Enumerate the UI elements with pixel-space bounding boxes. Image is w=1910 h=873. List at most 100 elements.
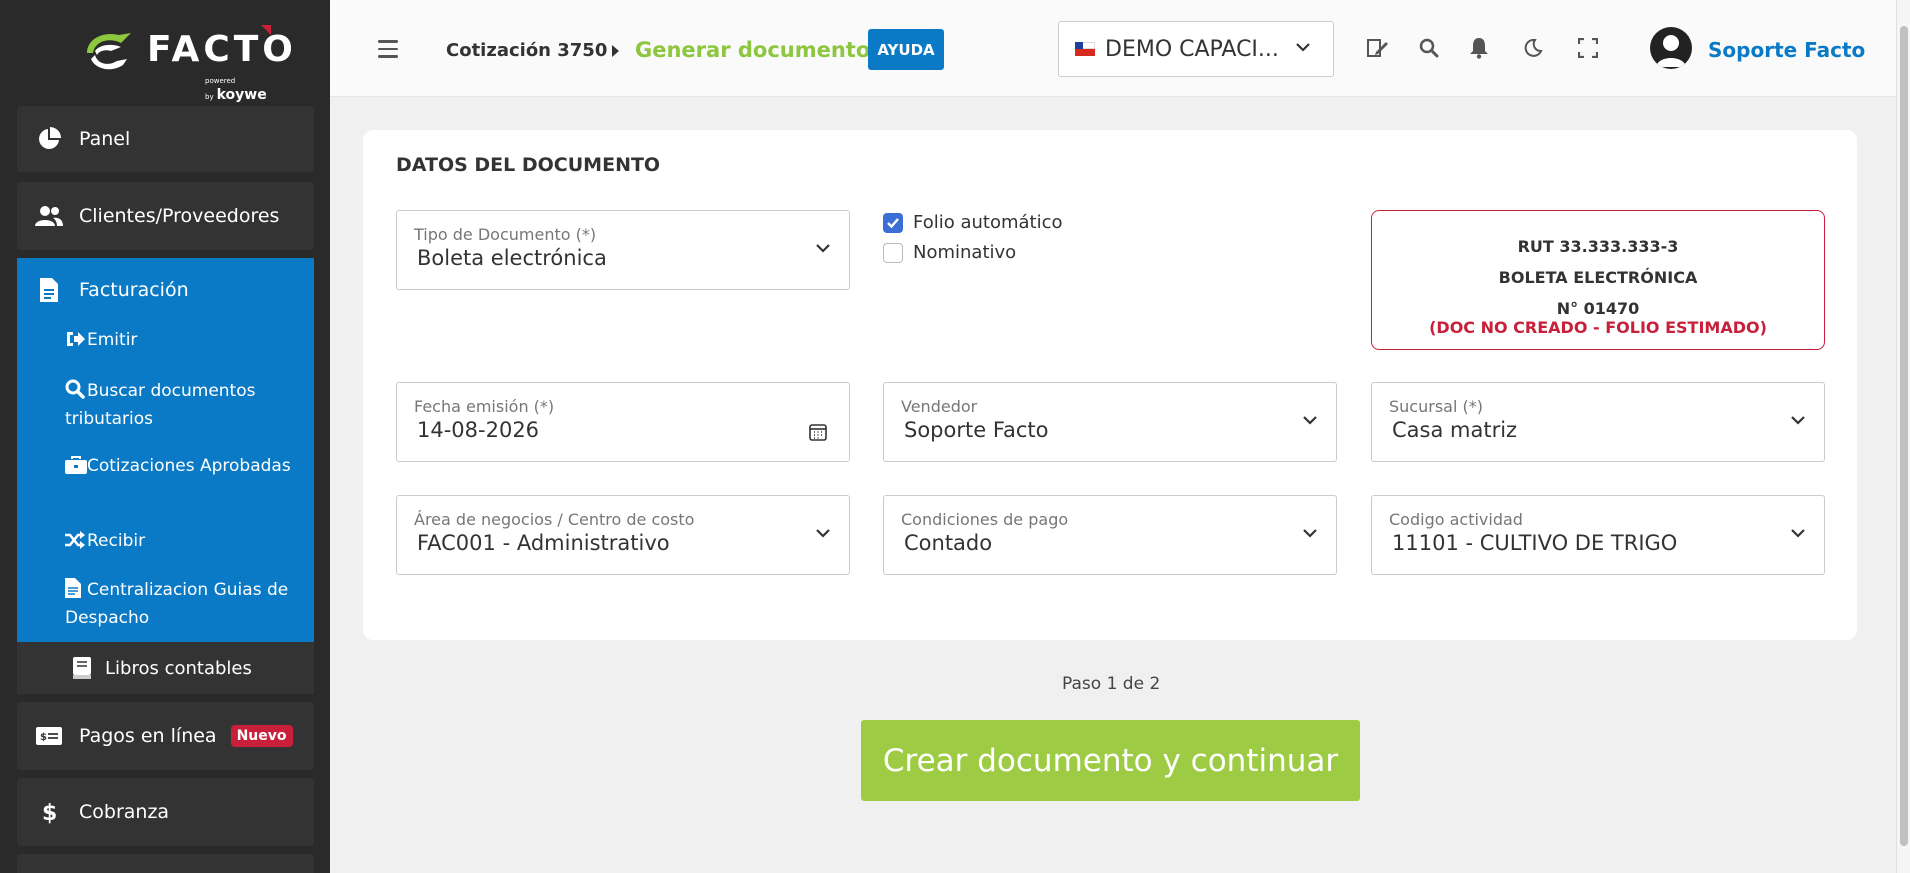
page-scrollbar[interactable] — [1896, 0, 1910, 873]
pie-chart-icon — [35, 127, 63, 151]
calendar-icon[interactable] — [809, 423, 827, 441]
hamburger-menu-icon[interactable] — [378, 40, 398, 63]
folio-automatico-label: Folio automático — [913, 212, 1063, 233]
chile-flag-icon — [1075, 42, 1095, 56]
chevron-down-icon — [816, 529, 830, 538]
tipo-documento-value: Boleta electrónica — [417, 246, 607, 270]
book-icon — [73, 657, 91, 679]
sucursal-select[interactable]: Sucursal (*) Casa matriz — [1371, 382, 1825, 462]
area-negocios-select[interactable]: Área de negocios / Centro de costo FAC00… — [396, 495, 850, 575]
document-icon — [35, 278, 63, 302]
help-button[interactable]: AYUDA — [868, 29, 944, 70]
vendedor-value: Soporte Facto — [904, 418, 1049, 442]
moon-icon[interactable] — [1521, 36, 1545, 60]
briefcase-icon — [65, 456, 87, 482]
logo-powered: powered by koywe — [205, 71, 275, 103]
nav-libros[interactable]: Libros contables — [17, 642, 314, 694]
nav-panel-label: Panel — [79, 128, 131, 150]
document-data-card: DATOS DEL DOCUMENTO Tipo de Documento (*… — [363, 130, 1857, 640]
fecha-emision-value: 14-08-2026 — [417, 418, 540, 442]
logo-wordmark: FACTO — [147, 29, 297, 70]
card-title: DATOS DEL DOCUMENTO — [396, 154, 661, 176]
user-avatar-icon[interactable] — [1650, 27, 1692, 69]
dollar-icon: $ — [35, 800, 63, 824]
facto-logo[interactable]: FACTO powered by koywe — [0, 0, 330, 103]
search-icon[interactable] — [1417, 36, 1441, 60]
vendedor-label: Vendedor — [901, 397, 978, 416]
search-icon — [65, 379, 87, 407]
scrollbar-thumb[interactable] — [1900, 26, 1908, 846]
chevron-down-icon — [1791, 529, 1805, 538]
codigo-actividad-label: Codigo actividad — [1389, 510, 1523, 529]
nav-cobranza-label: Cobranza — [79, 801, 170, 823]
fecha-emision-label: Fecha emisión (*) — [414, 397, 555, 416]
create-document-button[interactable]: Crear documento y continuar — [861, 720, 1360, 801]
tipo-documento-label: Tipo de Documento (*) — [414, 225, 597, 244]
chevron-down-icon — [1303, 416, 1317, 425]
users-icon — [35, 204, 63, 228]
nav-cotizaciones-label: Cotizaciones Aprobadas — [87, 456, 291, 476]
nav-clientes[interactable]: Clientes/Proveedores — [17, 182, 314, 250]
nav-facturacion-label: Facturación — [79, 279, 189, 301]
chevron-down-icon — [816, 244, 830, 253]
sign-out-icon — [65, 330, 87, 356]
breadcrumb-parent[interactable]: Cotización 3750 — [446, 40, 607, 61]
breadcrumb-caret-icon — [612, 45, 619, 57]
fullscreen-icon[interactable] — [1576, 36, 1600, 60]
nominativo-label: Nominativo — [913, 242, 1017, 263]
company-name: DEMO CAPACI... — [1105, 36, 1279, 62]
condiciones-pago-select[interactable]: Condiciones de pago Contado — [883, 495, 1337, 575]
nav-next-item[interactable] — [17, 854, 314, 873]
condiciones-pago-label: Condiciones de pago — [901, 510, 1069, 529]
nav-facturacion[interactable]: Facturación — [35, 278, 189, 302]
nav-recibir-label: Recibir — [87, 531, 146, 551]
nav-pagos-label: Pagos en línea — [79, 725, 217, 747]
nav-facturacion-group: Facturación Emitir Buscar documentos tri… — [17, 258, 314, 642]
edit-document-icon[interactable] — [1366, 36, 1390, 60]
chevron-down-icon — [1791, 416, 1805, 425]
checkbox-checked-icon — [883, 212, 903, 233]
fecha-emision-field[interactable]: Fecha emisión (*) 14-08-2026 — [396, 382, 850, 462]
codigo-actividad-select[interactable]: Codigo actividad 11101 - CULTIVO DE TRIG… — [1371, 495, 1825, 575]
shuffle-icon — [65, 531, 87, 557]
condiciones-pago-value: Contado — [904, 531, 993, 555]
rut-text: RUT 33.333.333-3 — [1517, 237, 1679, 256]
folio-automatico-checkbox[interactable]: Folio automático — [883, 212, 1063, 233]
vendedor-select[interactable]: Vendedor Soporte Facto — [883, 382, 1337, 462]
logo-brand-text: koywe — [216, 87, 267, 103]
nav-buscar-label: Buscar documentos tributarios — [65, 381, 256, 429]
sucursal-value: Casa matriz — [1392, 418, 1518, 442]
nav-cotizaciones[interactable]: Cotizaciones Aprobadas — [65, 454, 305, 482]
nav-libros-label: Libros contables — [105, 657, 252, 679]
codigo-actividad-value: 11101 - CULTIVO DE TRIGO — [1392, 531, 1678, 555]
chevron-down-icon — [1303, 529, 1317, 538]
facto-swirl-icon — [87, 33, 131, 70]
nav-buscar[interactable]: Buscar documentos tributarios — [65, 379, 305, 432]
top-header: Cotización 3750 Generar documento AYUDA … — [330, 0, 1896, 97]
user-name[interactable]: Soporte Facto — [1708, 38, 1865, 62]
tipo-documento-select[interactable]: Tipo de Documento (*) Boleta electrónica — [396, 210, 850, 290]
nav-clientes-label: Clientes/Proveedores — [79, 205, 280, 227]
folio-preview-box: RUT 33.333.333-3 BOLETA ELECTRÓNICA N° 0… — [1371, 210, 1825, 350]
nav-emitir[interactable]: Emitir — [65, 328, 305, 356]
checkbox-unchecked-icon — [883, 242, 903, 263]
money-bill-icon: $ — [35, 724, 63, 748]
logo-accent-icon — [261, 25, 271, 35]
nav-cobranza[interactable]: $ Cobranza — [17, 778, 314, 846]
bell-icon[interactable] — [1467, 36, 1491, 60]
nav-centralizacion[interactable]: Centralizacion Guias de Despacho — [65, 578, 305, 631]
company-selector[interactable]: DEMO CAPACI... — [1058, 21, 1334, 77]
folio-warning-text: (DOC NO CREADO - FOLIO ESTIMADO) — [1429, 318, 1767, 337]
step-indicator: Paso 1 de 2 — [1062, 674, 1161, 694]
file-text-icon — [65, 578, 87, 606]
nav-panel[interactable]: Panel — [17, 106, 314, 172]
svg-text:$: $ — [42, 801, 56, 824]
sidebar: FACTO powered by koywe Panel Clientes/Pro… — [0, 0, 330, 873]
nav-emitir-label: Emitir — [87, 330, 138, 350]
sucursal-label: Sucursal (*) — [1389, 397, 1483, 416]
area-negocios-label: Área de negocios / Centro de costo — [414, 510, 695, 529]
nav-pagos[interactable]: $ Pagos en línea Nuevo — [17, 702, 314, 770]
nominativo-checkbox[interactable]: Nominativo — [883, 242, 1063, 263]
nav-recibir[interactable]: Recibir — [65, 529, 305, 557]
area-negocios-value: FAC001 - Administrativo — [417, 531, 670, 555]
